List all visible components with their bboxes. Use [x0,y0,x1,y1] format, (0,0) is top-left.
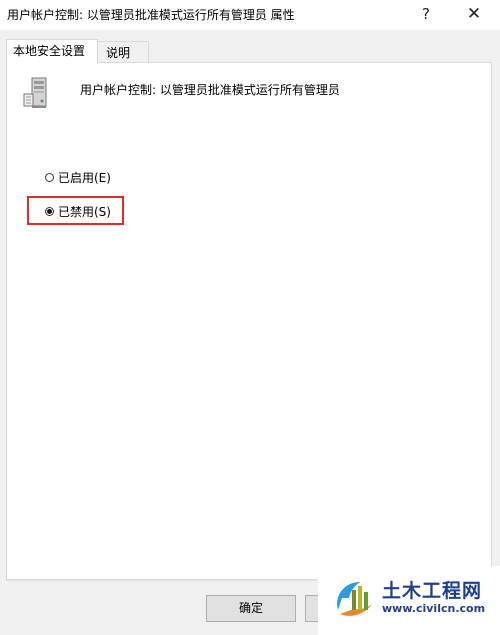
server-policy-icon [23,77,47,108]
close-button[interactable]: ✕ [452,0,496,30]
ok-button[interactable]: 确定 [206,595,296,622]
highlight-annotation [27,196,124,225]
help-button[interactable]: ? [404,0,448,30]
properties-dialog: 用户帐户控制: 以管理员批准模式运行所有管理员 属性 ? ✕ 本地安全设置 说明… [0,0,500,635]
watermark-url: www.civilcn.com [382,602,486,615]
help-icon: ? [422,5,430,23]
settings-panel: 用户帐户控制: 以管理员批准模式运行所有管理员 已启用(E) 已禁用(S) [6,62,492,580]
civilcn-logo-icon [337,582,372,616]
enabled-option[interactable]: 已启用(E) [45,170,111,186]
watermark-title: 土木工程网 [382,580,483,602]
title-bar: 用户帐户控制: 以管理员批准模式运行所有管理员 属性 ? ✕ [0,0,500,30]
close-icon: ✕ [466,4,482,24]
tab-local-security-setting[interactable]: 本地安全设置 [6,39,98,64]
enabled-label: 已启用(E) [58,171,111,185]
policy-name: 用户帐户控制: 以管理员批准模式运行所有管理员 [80,83,340,97]
watermark: 土木工程网 www.civilcn.com [318,566,500,635]
window-title: 用户帐户控制: 以管理员批准模式运行所有管理员 属性 [7,8,295,22]
enabled-radio[interactable] [45,173,54,182]
tab-explain[interactable]: 说明 [97,41,149,64]
